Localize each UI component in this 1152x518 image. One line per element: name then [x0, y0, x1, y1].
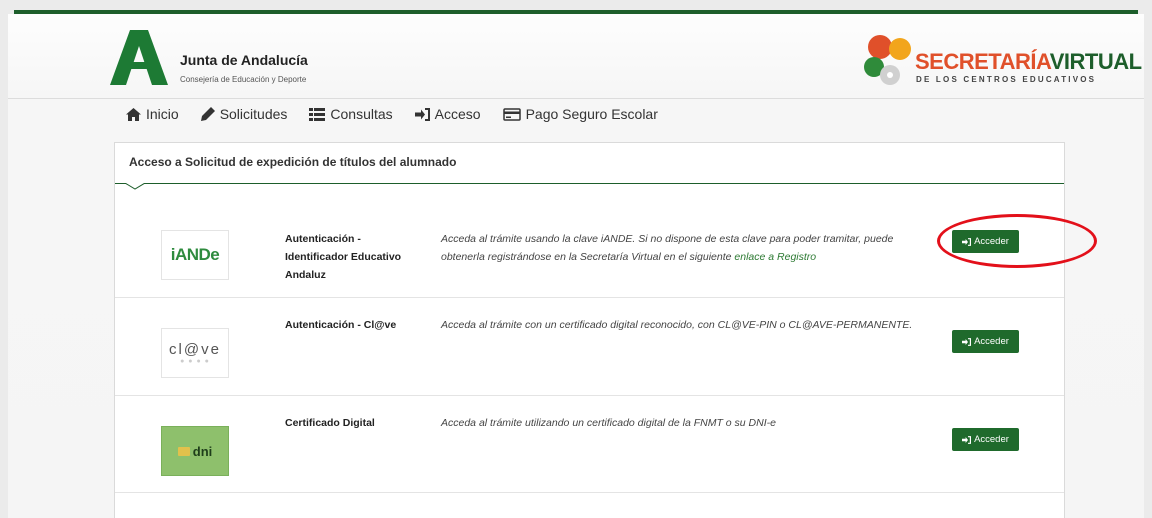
iande-logo-text: iANDe	[170, 245, 220, 264]
method-name: Autenticación - Identificador Educativo …	[285, 233, 402, 281]
brand-title-part2: VIRTUAL	[1049, 49, 1142, 74]
home-icon	[126, 107, 141, 121]
pencil-icon	[200, 107, 215, 121]
acceder-button-clave[interactable]: Acceder	[952, 330, 1019, 353]
org-subtitle: Consejería de Educación y Deporte	[180, 75, 307, 84]
secretaria-virtual-logo[interactable]	[860, 33, 916, 89]
method-description: Acceda al trámite con un certificado dig…	[441, 319, 913, 331]
row-divider	[115, 492, 1064, 493]
acceder-button-certificado[interactable]: Acceder	[952, 428, 1019, 451]
nav-item-inicio[interactable]: Inicio	[126, 106, 179, 122]
nav-item-label: Solicitudes	[219, 106, 288, 122]
method-description: Acceda al trámite utilizando un certific…	[441, 417, 776, 429]
panel-title: Acceso a Solicitud de expedición de títu…	[129, 155, 457, 169]
brand-title-part1: SECRETARÍA	[915, 49, 1050, 74]
method-description: Acceda al trámite usando la clave iANDE.…	[441, 230, 921, 266]
highlight-ellipse	[937, 214, 1097, 268]
sign-in-icon	[962, 337, 972, 346]
method-name: Autenticación - Cl@ve	[285, 319, 397, 331]
auth-method-row-clave: cl@ve ● ● ● ● Autenticación - Cl@ve Acce…	[115, 298, 1064, 395]
brand-title: SECRETARÍAVIRTUAL	[915, 50, 1142, 74]
nav-item-pago-seguro[interactable]: Pago Seguro Escolar	[502, 106, 658, 122]
clave-logo: cl@ve ● ● ● ●	[161, 328, 229, 378]
dni-logo-text: dni	[192, 443, 213, 459]
main-nav: Inicio Solicitudes Consultas Acceso Pago…	[126, 106, 680, 122]
nav-item-label: Acceso	[434, 106, 481, 122]
brand-subtitle: DE LOS CENTROS EDUCATIVOS	[916, 75, 1097, 84]
nav-item-acceso[interactable]: Acceso	[414, 106, 481, 122]
iande-logo: iANDe	[161, 230, 229, 280]
org-title: Junta de Andalucía	[180, 52, 308, 68]
button-label: Acceder	[974, 434, 1009, 445]
auth-method-row-certificado: dni Certificado Digital Acceda al trámit…	[115, 396, 1064, 493]
nav-divider	[8, 98, 1144, 99]
credit-card-icon	[502, 107, 521, 121]
nav-item-label: Consultas	[330, 106, 393, 122]
caret-down-icon	[125, 183, 145, 190]
nav-item-label: Inicio	[146, 106, 179, 122]
nav-item-label: Pago Seguro Escolar	[525, 106, 658, 122]
clave-logo-text: cl@ve	[169, 341, 221, 358]
registro-link[interactable]: enlace a Registro	[734, 251, 816, 263]
auth-method-row-iande: iANDe Autenticación - Identificador Educ…	[115, 200, 1064, 297]
sign-in-icon	[414, 107, 430, 121]
panel-title-divider	[115, 183, 1064, 184]
access-panel: Acceso a Solicitud de expedición de títu…	[114, 142, 1065, 518]
button-label: Acceder	[974, 336, 1009, 347]
dni-logo: dni	[161, 426, 229, 476]
sign-in-icon	[962, 435, 972, 444]
method-name: Certificado Digital	[285, 417, 375, 429]
junta-andalucia-logo[interactable]	[110, 30, 168, 85]
chip-icon	[177, 446, 190, 456]
nav-item-solicitudes[interactable]: Solicitudes	[200, 106, 288, 122]
list-icon	[309, 107, 326, 121]
clave-dots: ● ● ● ●	[180, 358, 210, 365]
method-description-text: Acceda al trámite usando la clave iANDE.…	[441, 233, 894, 263]
nav-item-consultas[interactable]: Consultas	[309, 106, 393, 122]
